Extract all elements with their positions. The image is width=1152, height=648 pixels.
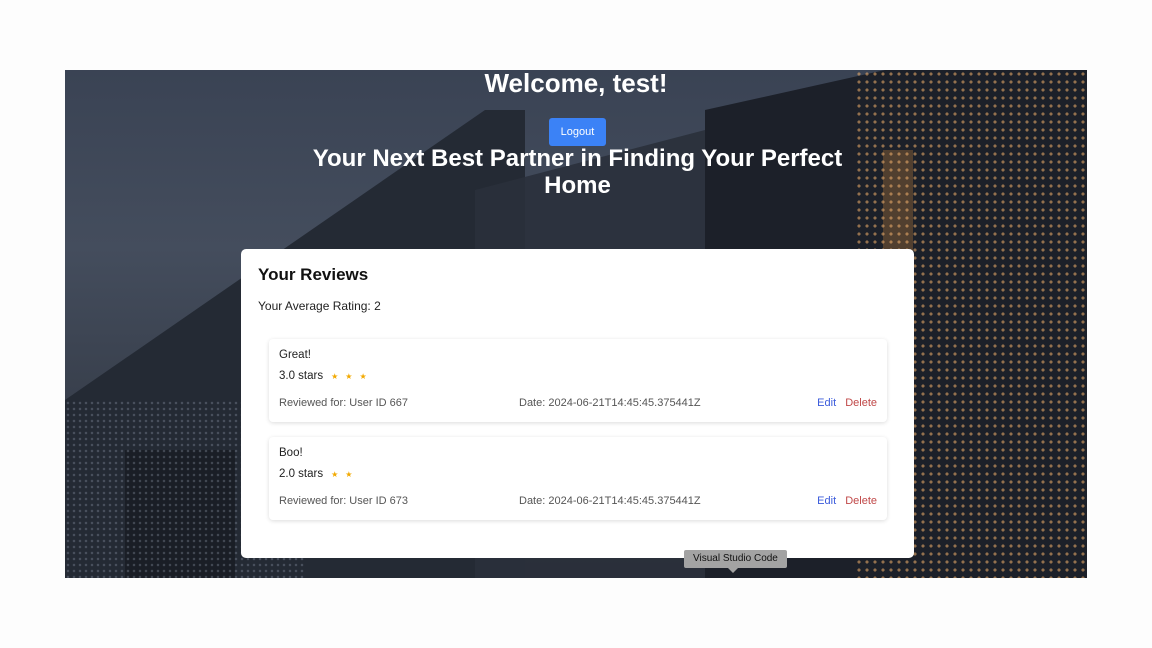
- star-icon: ★: [331, 469, 339, 479]
- review-comment: Great!: [279, 349, 311, 361]
- review-target: Reviewed for: User ID 667: [279, 397, 408, 409]
- review-item: Great! 3.0 stars ★ ★ ★ Reviewed for: User …: [269, 339, 887, 422]
- average-rating: Your Average Rating: 2: [258, 299, 381, 313]
- review-footer: Reviewed for: User ID 673 Date: 2024-06-…: [279, 495, 877, 509]
- star-rating: ★ ★: [331, 470, 359, 479]
- edit-review-link[interactable]: Edit: [817, 495, 836, 507]
- delete-review-link[interactable]: Delete: [845, 397, 877, 409]
- review-rating: 3.0 stars ★ ★ ★: [279, 370, 374, 382]
- star-icon: ★: [331, 371, 339, 381]
- logout-button[interactable]: Logout: [549, 118, 606, 146]
- review-rating-text: 3.0 stars: [279, 370, 324, 382]
- review-actions: Edit Delete: [817, 397, 877, 409]
- review-comment: Boo!: [279, 447, 303, 459]
- review-target: Reviewed for: User ID 673: [279, 495, 408, 507]
- star-icon: ★: [345, 371, 353, 381]
- reviews-title: Your Reviews: [258, 265, 369, 284]
- review-date: Date: 2024-06-21T14:45:45.375441Z: [519, 495, 701, 507]
- average-rating-label: Your Average Rating:: [258, 299, 375, 313]
- review-actions: Edit Delete: [817, 495, 877, 507]
- welcome-heading: Welcome, test!: [484, 68, 668, 98]
- review-item: Boo! 2.0 stars ★ ★ Reviewed for: User ID …: [269, 437, 887, 520]
- tooltip: Visual Studio Code: [684, 550, 787, 568]
- star-rating: ★ ★ ★: [331, 372, 374, 381]
- review-footer: Reviewed for: User ID 667 Date: 2024-06-…: [279, 397, 877, 411]
- edit-review-link[interactable]: Edit: [817, 397, 836, 409]
- tooltip-arrow: [728, 568, 738, 573]
- review-rating-text: 2.0 stars: [279, 468, 324, 480]
- reviews-card: Your Reviews Your Average Rating: 2 Grea…: [241, 249, 914, 558]
- star-icon: ★: [359, 371, 367, 381]
- average-rating-value: 2: [374, 299, 381, 313]
- hero-tagline: Your Next Best Partner in Finding Your P…: [312, 145, 843, 199]
- review-date: Date: 2024-06-21T14:45:45.375441Z: [519, 397, 701, 409]
- review-rating: 2.0 stars ★ ★: [279, 468, 359, 480]
- star-icon: ★: [345, 469, 353, 479]
- delete-review-link[interactable]: Delete: [845, 495, 877, 507]
